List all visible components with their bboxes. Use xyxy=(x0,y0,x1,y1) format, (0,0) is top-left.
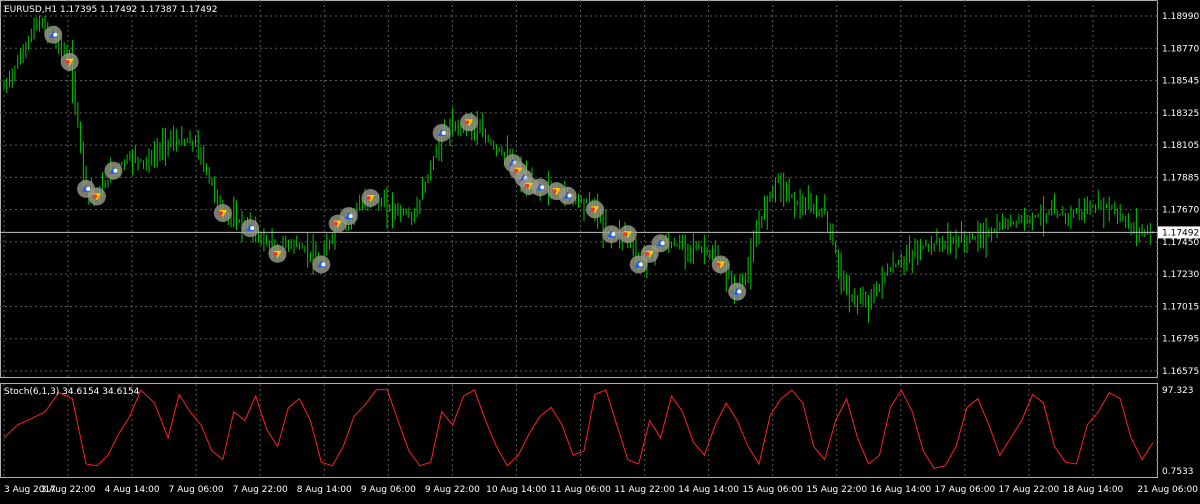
trade-dot xyxy=(465,120,470,125)
trade-dot xyxy=(441,130,446,135)
time-tick-label: 4 Aug 14:00 xyxy=(105,485,160,495)
current-price-label: 1.17492 xyxy=(1162,228,1199,238)
time-tick-label: 10 Aug 14:00 xyxy=(486,485,547,495)
time-tick-label: 7 Aug 06:00 xyxy=(169,485,224,495)
price-tick-label: 1.17015 xyxy=(1162,302,1199,312)
time-tick-label: 17 Aug 22:00 xyxy=(999,485,1060,495)
trade-dot xyxy=(250,226,255,231)
trade-dot xyxy=(321,262,326,267)
oscillator-max-label: 97.323 xyxy=(1162,386,1194,396)
oscillator-header: Stoch(6,1,3) 34.6154 34.6154 xyxy=(4,387,140,397)
price-series xyxy=(0,15,1157,323)
trade-dot xyxy=(590,207,595,212)
trade-dot xyxy=(333,221,338,226)
trade-dot xyxy=(218,211,223,216)
price-tick-label: 1.18105 xyxy=(1162,141,1199,151)
oscillator-frame xyxy=(0,383,1158,478)
chart-window[interactable]: 1.18990 1.18770 1.18545 1.18325 1.18105 1.178… xyxy=(0,0,1200,500)
time-tick-label: 18 Aug 14:00 xyxy=(1063,485,1124,495)
time-tick-label: 11 Aug 22:00 xyxy=(614,485,675,495)
price-tick-label: 1.17230 xyxy=(1162,270,1199,280)
trade-dot xyxy=(273,251,278,256)
trade-dot xyxy=(552,189,557,194)
price-tick-label: 1.17450 xyxy=(1162,238,1199,248)
trade-dot xyxy=(660,241,665,246)
trade-dot xyxy=(348,214,353,219)
trade-dot xyxy=(638,262,643,267)
stochastic-series xyxy=(3,388,1154,469)
price-tick-label: 1.17885 xyxy=(1162,173,1199,183)
price-tick-label: 1.16575 xyxy=(1162,367,1199,377)
price-tick-label: 1.18990 xyxy=(1162,12,1199,22)
trade-dot xyxy=(623,232,628,237)
price-tick-label: 1.17670 xyxy=(1162,206,1199,216)
trade-dot xyxy=(86,186,91,191)
time-tick-label: 21 Aug 06:00 xyxy=(1137,485,1198,495)
trade-dot xyxy=(567,193,572,198)
trade-dot xyxy=(65,59,70,64)
price-tick-label: 1.16795 xyxy=(1162,335,1199,345)
trade-dot xyxy=(540,185,545,190)
trade-dot xyxy=(645,251,650,256)
trade-dot xyxy=(93,194,98,199)
oscillator-min-label: 0.7533 xyxy=(1162,467,1194,477)
trade-dot xyxy=(611,232,616,237)
time-tick-label: 3 Aug 22:00 xyxy=(41,485,96,495)
trade-dot xyxy=(716,262,721,267)
price-tick-label: 1.18325 xyxy=(1162,109,1199,119)
trade-dot xyxy=(525,183,530,188)
trade-dot xyxy=(737,289,742,294)
time-tick-label: 15 Aug 06:00 xyxy=(742,485,803,495)
time-tick-label: 9 Aug 06:00 xyxy=(361,485,416,495)
main-chart-header: EURUSD,H1 1.17395 1.17492 1.17387 1.1749… xyxy=(4,5,217,15)
time-tick-label: 15 Aug 22:00 xyxy=(806,485,867,495)
trade-markers xyxy=(44,25,747,301)
time-tick-label: 11 Aug 06:00 xyxy=(550,485,611,495)
time-tick-label: 14 Aug 14:00 xyxy=(678,485,739,495)
stochastic-line xyxy=(3,388,1154,469)
trade-dot xyxy=(366,195,371,200)
time-tick-label: 8 Aug 14:00 xyxy=(297,485,352,495)
trade-dot xyxy=(113,168,118,173)
time-tick-label: 16 Aug 14:00 xyxy=(870,485,931,495)
price-tick-label: 1.18770 xyxy=(1162,44,1199,54)
trade-dot xyxy=(53,32,58,37)
price-tick-label: 1.18545 xyxy=(1162,77,1199,87)
chart-canvas[interactable]: 1.18990 1.18770 1.18545 1.18325 1.18105 1.178… xyxy=(0,0,1200,500)
time-tick-label: 9 Aug 22:00 xyxy=(425,485,480,495)
time-tick-label: 7 Aug 22:00 xyxy=(233,485,288,495)
main-chart-frame xyxy=(0,0,1158,378)
time-tick-label: 17 Aug 06:00 xyxy=(934,485,995,495)
